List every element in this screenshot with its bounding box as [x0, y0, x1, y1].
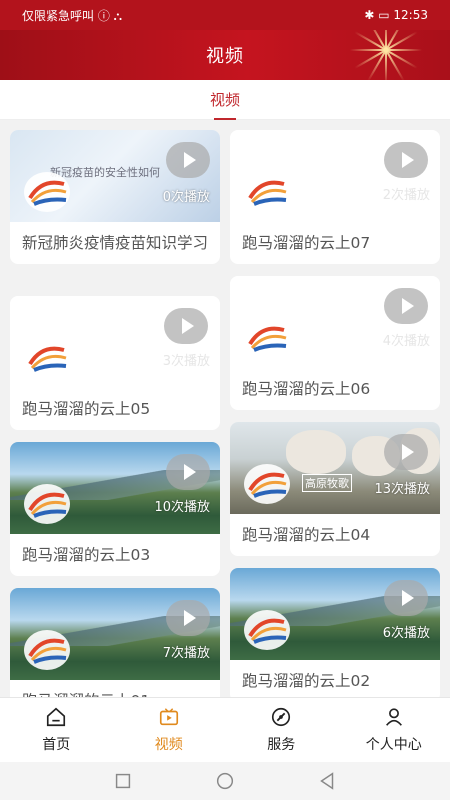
play-icon[interactable]: [166, 600, 210, 636]
nav-label: 服务: [267, 737, 296, 753]
play-count: 0次播放: [162, 190, 210, 205]
system-nav-bar: [0, 762, 450, 800]
channel-logo-icon: [22, 336, 72, 380]
video-card[interactable]: 2次播放 跑马溜溜的云上07: [230, 130, 440, 264]
video-title[interactable]: 跑马溜溜的云上06: [230, 368, 440, 410]
channel-logo-icon: [242, 316, 292, 360]
page-title: 视频: [206, 46, 244, 67]
channel-logo-icon: [22, 482, 72, 526]
nav-item-profile[interactable]: 个人中心: [338, 698, 450, 762]
channel-logo-icon: [242, 608, 292, 652]
tab-bar: 视频: [0, 80, 450, 120]
play-count: 3次播放: [162, 354, 210, 369]
video-thumbnail[interactable]: 高原牧歌 13次播放: [230, 422, 440, 514]
video-title[interactable]: 新冠肺炎疫情疫苗知识学习: [10, 222, 220, 264]
play-icon[interactable]: [164, 308, 208, 344]
service-icon: [272, 707, 291, 727]
play-icon[interactable]: [384, 288, 428, 324]
header: 视频: [0, 30, 450, 80]
video-thumbnail[interactable]: 4次播放: [230, 276, 440, 368]
video-thumbnail[interactable]: 7次播放: [10, 588, 220, 680]
channel-logo-icon: [242, 462, 292, 506]
firework-decoration: [330, 30, 440, 80]
video-title[interactable]: 跑马溜溜的云上05: [10, 388, 220, 430]
back-icon[interactable]: [316, 770, 338, 792]
play-icon[interactable]: [166, 454, 210, 490]
video-grid[interactable]: 新冠疫苗的安全性如何 0次播放 新冠肺炎疫情疫苗知识学习 2次播放 跑马溜溜的云…: [0, 120, 450, 697]
channel-logo-icon: [22, 170, 72, 214]
play-count: 7次播放: [162, 646, 210, 661]
nav-label: 视频: [154, 737, 183, 753]
thumbnail-caption: 高原牧歌: [302, 474, 352, 492]
nav-item-service[interactable]: 服务: [225, 698, 338, 762]
video-card[interactable]: 3次播放 跑马溜溜的云上05: [10, 296, 220, 430]
play-count: 10次播放: [154, 500, 210, 515]
video-title[interactable]: 跑马溜溜的云上03: [10, 534, 220, 576]
video-card[interactable]: 10次播放 跑马溜溜的云上03: [10, 442, 220, 576]
tab-video[interactable]: 视频: [206, 83, 244, 120]
channel-logo-icon: [22, 628, 72, 672]
play-icon[interactable]: [384, 580, 428, 616]
play-count: 4次播放: [382, 334, 430, 349]
video-thumbnail[interactable]: 6次播放: [230, 568, 440, 660]
bottom-nav: 首页 视频 服务 个人中心: [0, 697, 450, 762]
video-card[interactable]: 高原牧歌 13次播放 跑马溜溜的云上04: [230, 422, 440, 556]
person-icon: [385, 708, 402, 726]
home-icon: [47, 707, 66, 727]
video-card[interactable]: 7次播放 跑马溜溜的云上01: [10, 588, 220, 697]
video-thumbnail[interactable]: 新冠疫苗的安全性如何 0次播放: [10, 130, 220, 222]
video-card[interactable]: 6次播放 跑马溜溜的云上02: [230, 568, 440, 697]
status-right: ✱ ▭ 12:53: [364, 8, 428, 22]
play-count: 2次播放: [382, 188, 430, 203]
video-title[interactable]: 跑马溜溜的云上02: [230, 660, 440, 697]
video-thumbnail[interactable]: 10次播放: [10, 442, 220, 534]
video-thumbnail[interactable]: 3次播放: [10, 296, 220, 388]
nav-label: 首页: [42, 737, 71, 753]
status-left: 仅限紧急呼叫 ⓘ ⛬: [22, 8, 123, 23]
channel-logo-icon: [242, 170, 292, 214]
play-count: 13次播放: [374, 482, 430, 497]
video-title[interactable]: 跑马溜溜的云上01: [10, 680, 220, 697]
status-bar: 仅限紧急呼叫 ⓘ ⛬ ✱ ▭ 12:53: [0, 0, 450, 30]
play-icon[interactable]: [384, 434, 428, 470]
video-title[interactable]: 跑马溜溜的云上07: [230, 222, 440, 264]
nav-item-video[interactable]: 视频: [113, 698, 226, 762]
play-count: 6次播放: [382, 626, 430, 641]
video-card[interactable]: 4次播放 跑马溜溜的云上06: [230, 276, 440, 410]
video-thumbnail[interactable]: 2次播放: [230, 130, 440, 222]
home-circle-icon[interactable]: [214, 770, 236, 792]
nav-item-home[interactable]: 首页: [0, 698, 113, 762]
play-icon[interactable]: [384, 142, 428, 178]
video-icon: [159, 708, 178, 726]
recent-apps-icon[interactable]: [112, 770, 134, 792]
nav-label: 个人中心: [365, 737, 422, 753]
video-card[interactable]: 新冠疫苗的安全性如何 0次播放 新冠肺炎疫情疫苗知识学习: [10, 130, 220, 264]
play-icon[interactable]: [166, 142, 210, 178]
video-title[interactable]: 跑马溜溜的云上04: [230, 514, 440, 556]
